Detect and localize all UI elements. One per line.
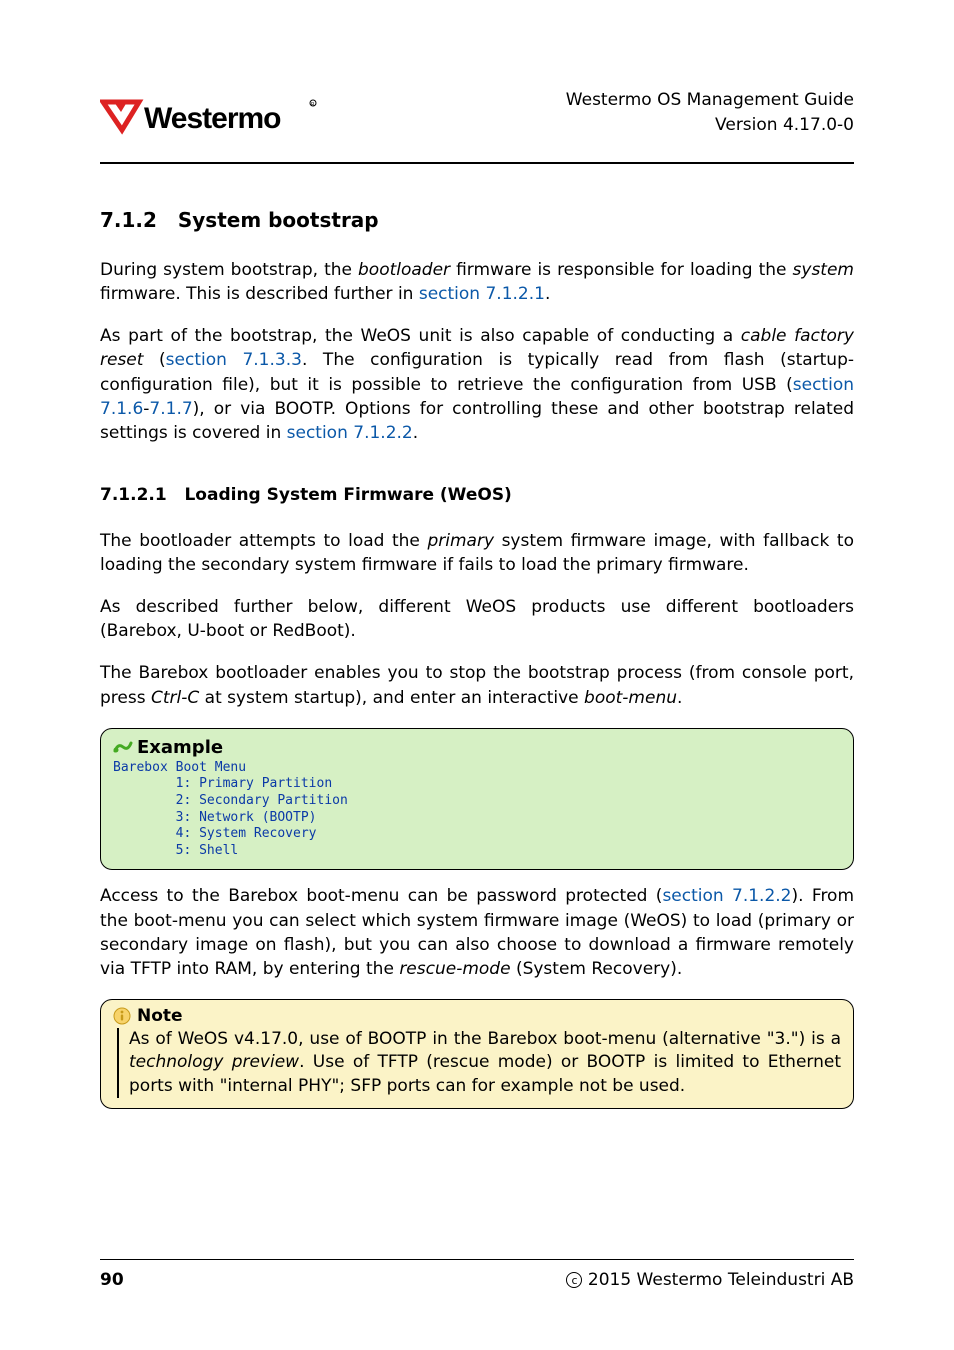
svg-text:R: R	[311, 102, 315, 108]
text-italic: primary	[427, 531, 494, 551]
note-box: Note As of WeOS v4.17.0, use of BOOTP in…	[100, 999, 854, 1109]
note-body: As of WeOS v4.17.0, use of BOOTP in the …	[117, 1028, 841, 1098]
heading-7-1-2-1: 7.1.2.1 Loading System Firmware (WeOS)	[100, 485, 854, 505]
xref-link[interactable]: section 7.1.3.3	[166, 350, 302, 370]
header-text: Westermo OS Management Guide Version 4.1…	[566, 88, 854, 137]
heading-title: System bootstrap	[178, 208, 379, 232]
copyright-text: 2015 Westermo Teleindustri AB	[588, 1270, 854, 1290]
heading-title: Loading System Firmware (WeOS)	[184, 485, 511, 505]
text: As of WeOS v4.17.0, use of BOOTP in the …	[129, 1029, 841, 1049]
page: Westermo R Westermo OS Management Guide …	[0, 0, 954, 1350]
text-italic: boot-menu	[584, 688, 677, 708]
text: (	[143, 350, 165, 370]
westermo-logo-icon: Westermo R	[100, 88, 320, 148]
xref-link[interactable]: section 7.1.2.1	[419, 284, 545, 304]
text: Access to the Barebox boot-menu can be p…	[100, 886, 662, 906]
text: firmware. This is described further in	[100, 284, 419, 304]
paragraph: The bootloader attempts to load the prim…	[100, 529, 854, 577]
doc-title: Westermo OS Management Guide	[566, 88, 854, 113]
code-block: Barebox Boot Menu 1: Primary Partition 2…	[113, 760, 841, 860]
paragraph: The Barebox bootloader enables you to st…	[100, 661, 854, 709]
text-italic: system	[793, 260, 854, 280]
info-icon	[113, 1007, 131, 1025]
xref-link[interactable]: 7.1.7	[149, 399, 192, 419]
svg-text:Westermo: Westermo	[144, 102, 281, 135]
page-footer: 90 c 2015 Westermo Teleindustri AB	[100, 1259, 854, 1290]
text: .	[677, 688, 682, 708]
text: at system startup), and enter an interac…	[199, 688, 584, 708]
paragraph: As part of the bootstrap, the WeOS unit …	[100, 324, 854, 445]
text: (System Recovery).	[511, 959, 683, 979]
text: firmware is responsible for loading the	[450, 260, 792, 280]
heading-number: 7.1.2.1	[100, 485, 167, 505]
xref-link[interactable]: section 7.1.2.2	[287, 423, 413, 443]
page-header: Westermo R Westermo OS Management Guide …	[100, 88, 854, 152]
text: During system bootstrap, the	[100, 260, 358, 280]
example-title: Example	[113, 737, 841, 758]
page-number: 90	[100, 1270, 124, 1290]
header-rule	[100, 162, 854, 164]
worm-icon	[113, 737, 133, 757]
text-italic: bootloader	[358, 260, 450, 280]
paragraph: As described further below, different We…	[100, 595, 854, 643]
text: ), or via BOOTP. Options for controlling…	[100, 399, 854, 443]
doc-version: Version 4.17.0-0	[566, 113, 854, 138]
xref-link[interactable]: section 7.1.2.2	[662, 886, 791, 906]
note-label: Note	[137, 1006, 183, 1026]
paragraph: During system bootstrap, the bootloader …	[100, 258, 854, 306]
text: .	[413, 423, 418, 443]
text-italic: technology preview	[129, 1052, 299, 1072]
copyright: c 2015 Westermo Teleindustri AB	[566, 1270, 854, 1290]
text: The bootloader attempts to load the	[100, 531, 427, 551]
paragraph: Access to the Barebox boot-menu can be p…	[100, 884, 854, 981]
logo: Westermo R	[100, 88, 320, 152]
text: .	[545, 284, 550, 304]
heading-number: 7.1.2	[100, 208, 157, 232]
note-title: Note	[113, 1006, 841, 1026]
example-box: Example Barebox Boot Menu 1: Primary Par…	[100, 728, 854, 871]
text-italic: rescue-mode	[399, 959, 510, 979]
example-label: Example	[137, 737, 223, 758]
text: As part of the bootstrap, the WeOS unit …	[100, 326, 741, 346]
copyright-icon: c	[566, 1272, 582, 1288]
footer-rule	[100, 1259, 854, 1260]
text-italic: Ctrl-C	[151, 688, 199, 708]
heading-7-1-2: 7.1.2 System bootstrap	[100, 208, 854, 232]
